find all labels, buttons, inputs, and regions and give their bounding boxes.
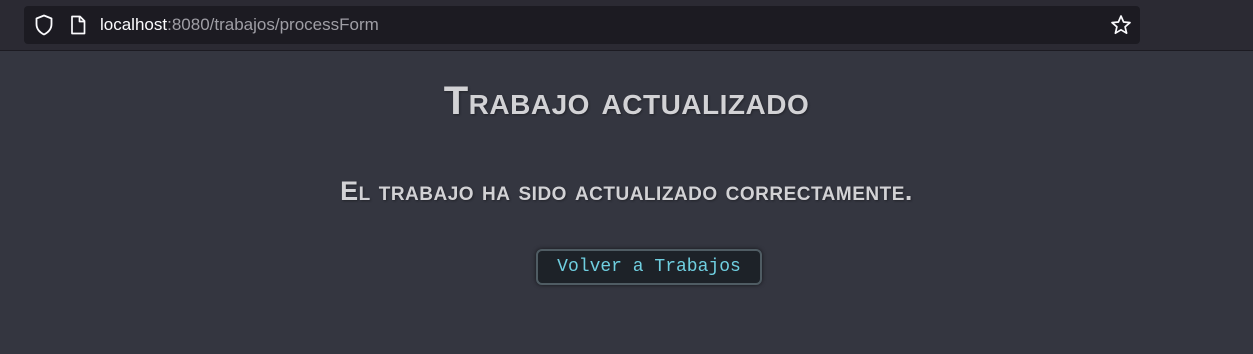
page-content: Trabajo actualizado El trabajo ha sido a… xyxy=(0,52,1253,354)
page-icon[interactable] xyxy=(69,15,87,35)
back-to-jobs-button[interactable]: Volver a Trabajos xyxy=(536,249,762,285)
star-icon[interactable] xyxy=(1110,14,1132,36)
address-bar[interactable]: localhost:8080/trabajos/processForm xyxy=(24,6,1140,44)
url-host: localhost xyxy=(100,15,168,34)
url-text[interactable]: localhost:8080/trabajos/processForm xyxy=(100,15,379,35)
browser-toolbar: localhost:8080/trabajos/processForm xyxy=(0,0,1253,51)
success-message: El trabajo ha sido actualizado correctam… xyxy=(340,176,913,206)
shield-icon[interactable] xyxy=(34,14,54,36)
page-title: Trabajo actualizado xyxy=(443,79,810,123)
url-path: :8080/trabajos/processForm xyxy=(167,15,379,34)
